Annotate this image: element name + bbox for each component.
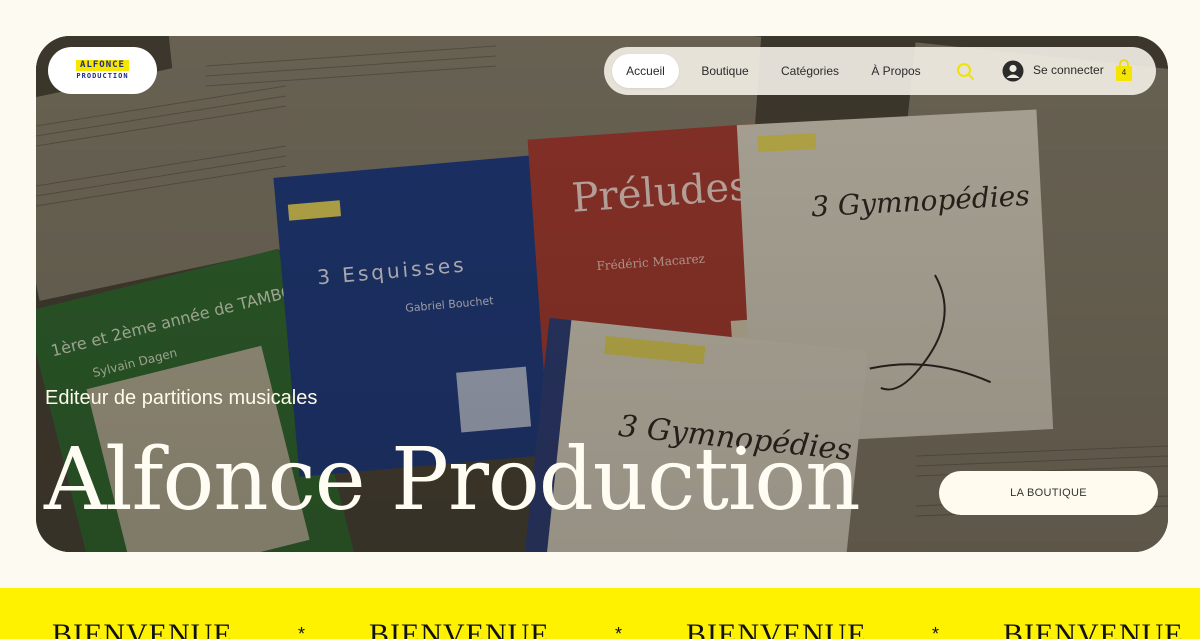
logo-line-2: PRODUCTION: [76, 71, 129, 80]
site-logo[interactable]: ALFONCE PRODUCTION: [48, 47, 157, 94]
marquee-separator: *: [615, 624, 623, 639]
marquee-separator: *: [298, 624, 306, 639]
login-link[interactable]: Se connecter: [1033, 63, 1104, 77]
hero-title: Alfonce Production: [44, 430, 861, 530]
marquee-separator: *: [932, 624, 940, 639]
nav-item-categories[interactable]: Catégories: [770, 54, 850, 88]
marquee-word: BIENVENUE: [369, 618, 550, 639]
nav-item-boutique[interactable]: Boutique: [692, 54, 758, 88]
cart-count-badge: 4: [1121, 68, 1127, 77]
shop-button[interactable]: LA BOUTIQUE: [939, 471, 1158, 515]
nav-item-a-propos[interactable]: À Propos: [862, 54, 930, 88]
user-avatar-icon[interactable]: [1002, 60, 1024, 82]
hero-tagline: Editeur de partitions musicales: [45, 387, 318, 409]
logo-line-1: ALFONCE: [76, 59, 129, 71]
marquee-word: BIENVENUE: [52, 618, 233, 639]
marquee-word: BIENVENUE: [686, 618, 867, 639]
marquee-word: BIENVENUE: [1003, 618, 1184, 639]
nav-item-accueil[interactable]: Accueil: [612, 54, 679, 88]
welcome-marquee: BIENVENUE * BIENVENUE * BIENVENUE * BIEN…: [0, 588, 1200, 639]
search-icon[interactable]: [955, 61, 975, 81]
logo-wordmark: ALFONCE PRODUCTION: [76, 59, 129, 82]
